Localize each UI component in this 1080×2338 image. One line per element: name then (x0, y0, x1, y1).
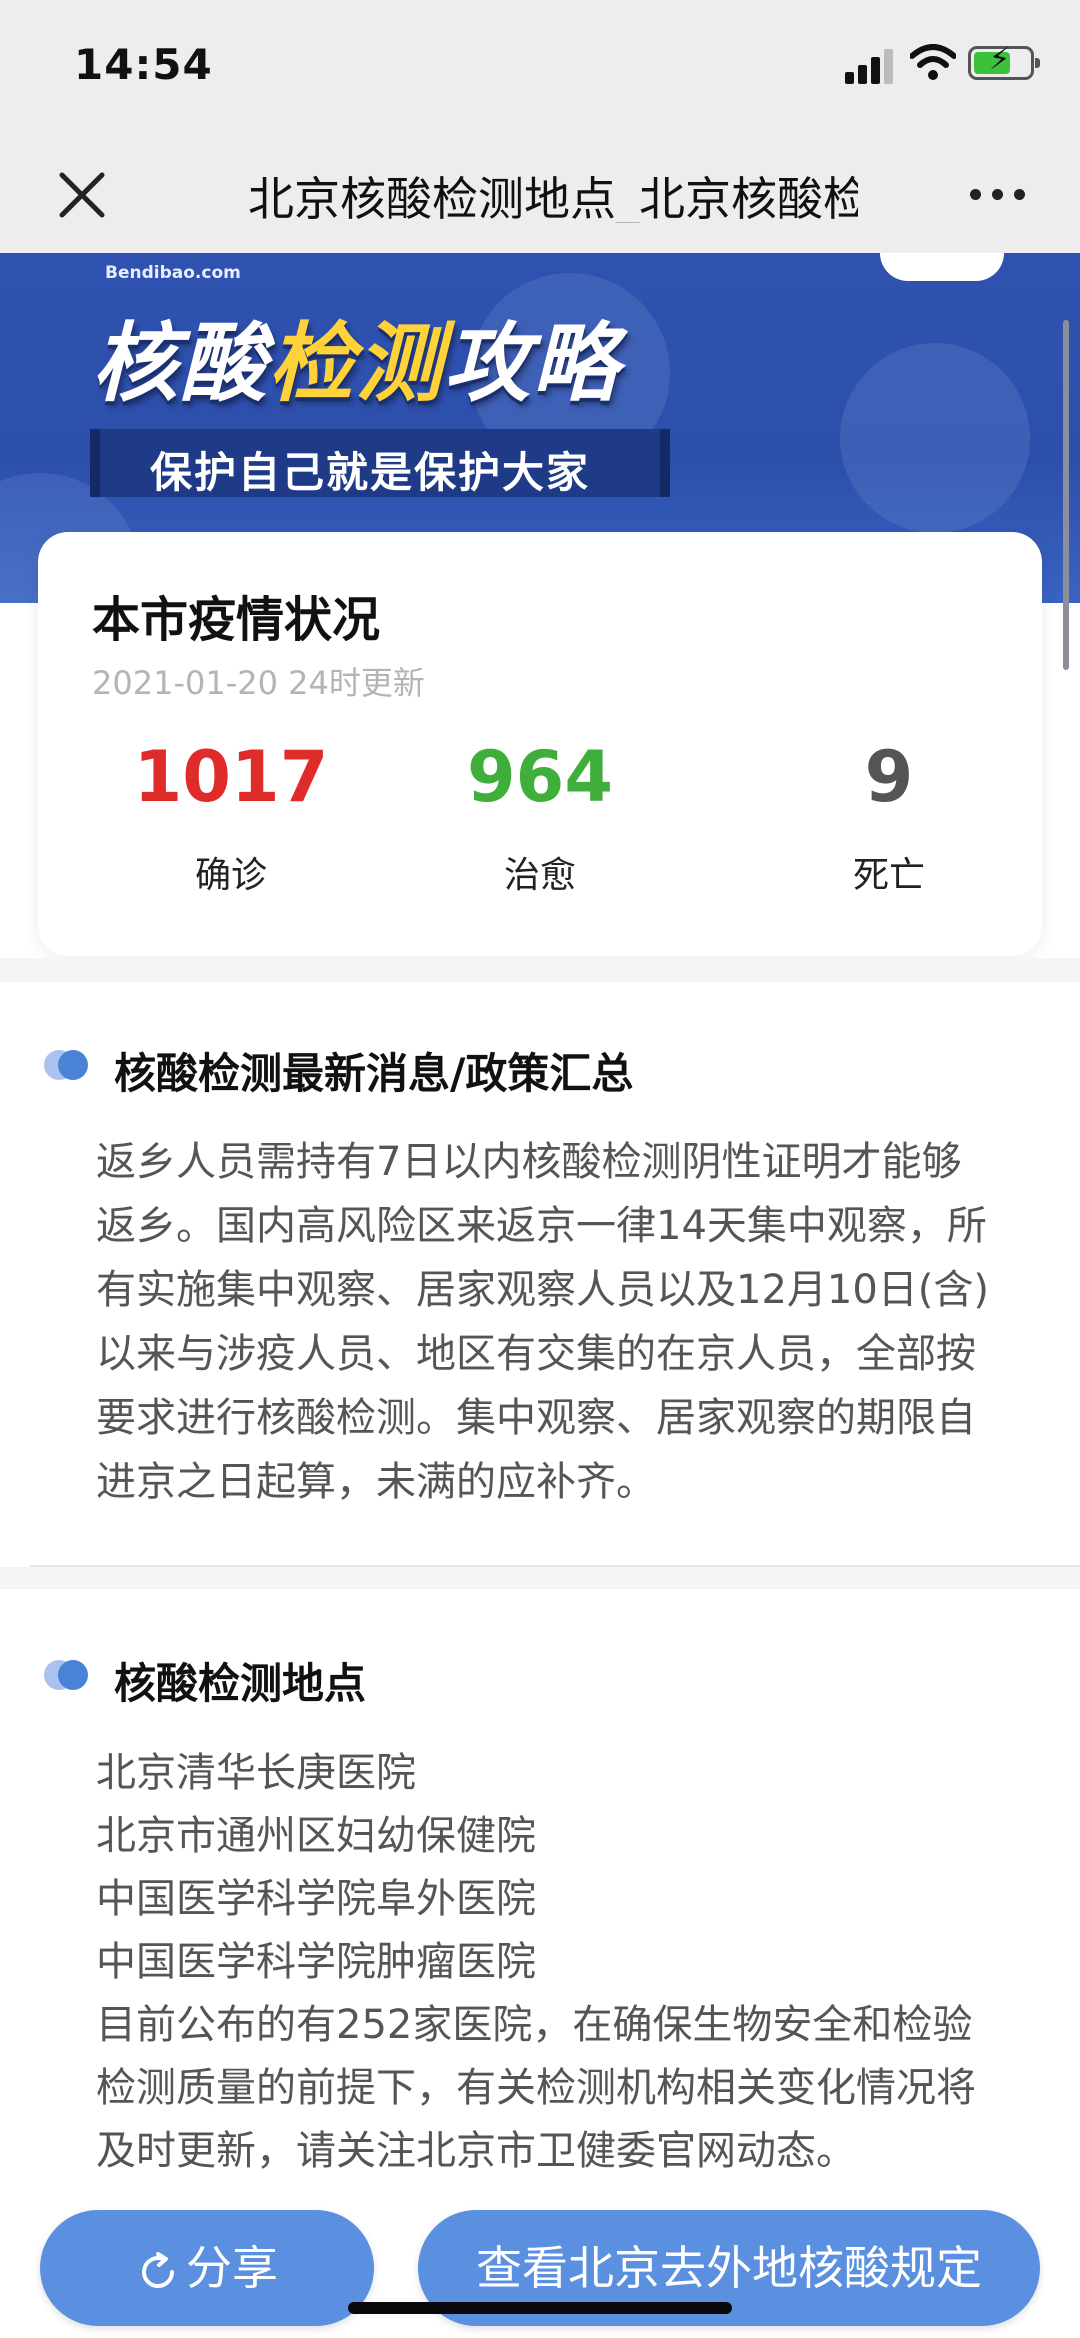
stat-deaths-value: 9 (864, 736, 914, 818)
share-button-label: 分享 (186, 2241, 278, 2295)
share-button[interactable]: 分享 (40, 2210, 374, 2326)
stats-updated-time: 2021-01-20 24时更新 (92, 664, 425, 702)
location-item[interactable]: 中国医学科学院肿瘤医院 (96, 1931, 1046, 1994)
more-dots-icon[interactable] (968, 175, 1028, 215)
news-line: 返乡。国内高风险区来返京一律14天集中观察，所 (96, 1203, 987, 1249)
news-line: 进京之日起算，未满的应补齐。 (96, 1459, 656, 1505)
status-bar: 14:54 ⚡ (0, 0, 1080, 135)
news-line: 有实施集中观察、居家观察人员以及12月10日(含) (96, 1267, 990, 1313)
status-time: 14:54 (74, 40, 213, 89)
location-item[interactable]: 北京市通州区妇幼保健院 (96, 1805, 1046, 1868)
nav-bar: 北京核酸检测地点_北京核酸检测机构 (0, 135, 1080, 253)
news-line: 以来与涉疫人员、地区有交集的在京人员，全部按 (96, 1331, 976, 1377)
news-line: 要求进行核酸检测。集中观察、居家观察的期限自 (96, 1395, 976, 1441)
scrollbar[interactable] (1063, 320, 1069, 670)
locations-note-line: 及时更新，请关注北京市卫健委官网动态。 (96, 2128, 856, 2174)
share-icon (142, 2251, 174, 2288)
news-section-title: 核酸检测最新消息/政策汇总 (114, 1049, 634, 1098)
stats-title: 本市疫情状况 (92, 592, 381, 648)
stat-confirmed: 1017 确诊 (101, 742, 361, 898)
stat-deaths-label: 死亡 (852, 855, 925, 896)
location-item[interactable]: 北京清华长庚医院 (96, 1742, 1046, 1805)
stat-deaths: 9 死亡 (759, 742, 1019, 898)
news-line: 返乡人员需持有7日以内核酸检测阴性证明才能够 (96, 1139, 962, 1185)
section-gap (0, 1567, 1080, 1589)
locations-note-line: 目前公布的有252家医院，在确保生物安全和检验 (96, 2002, 973, 2048)
battery-charging-icon: ⚡ (968, 45, 1040, 80)
page-title: 北京核酸检测地点_北京核酸检测机构 (248, 172, 858, 223)
city-switch-button[interactable] (880, 253, 1004, 281)
wifi-icon (910, 44, 956, 80)
view-travel-rules-label: 查看北京去外地核酸规定 (476, 2241, 982, 2295)
location-item[interactable]: 中国医学科学院阜外医院 (96, 1868, 1046, 1931)
site-logo: Bendibao.com (105, 263, 241, 283)
locations-section-title: 核酸检测地点 (114, 1659, 367, 1708)
stat-recovered: 964 治愈 (410, 742, 670, 898)
section-gap (0, 958, 1080, 982)
stat-confirmed-label: 确诊 (194, 855, 267, 896)
epidemic-stats-card: 本市疫情状况 2021-01-20 24时更新 1017 确诊 964 治愈 9… (38, 532, 1042, 956)
locations-note-line: 检测质量的前提下，有关检测机构相关变化情况将 (96, 2065, 976, 2111)
banner-title: 核酸检测攻略 (92, 314, 620, 414)
news-body: 返乡人员需持有7日以内核酸检测阴性证明才能够 返乡。国内高风险区来返京一律14天… (96, 1130, 1046, 1514)
stat-recovered-label: 治愈 (503, 855, 576, 896)
locations-list: 北京清华长庚医院 北京市通州区妇幼保健院 中国医学科学院阜外医院 中国医学科学院… (96, 1742, 1046, 2183)
close-icon[interactable] (52, 165, 112, 225)
home-indicator[interactable] (348, 2302, 732, 2314)
banner-subtitle: 保护自己就是保护大家 (150, 448, 591, 497)
stat-recovered-value: 964 (466, 736, 614, 818)
stat-confirmed-value: 1017 (133, 736, 329, 818)
cellular-signal-icon (845, 48, 897, 84)
